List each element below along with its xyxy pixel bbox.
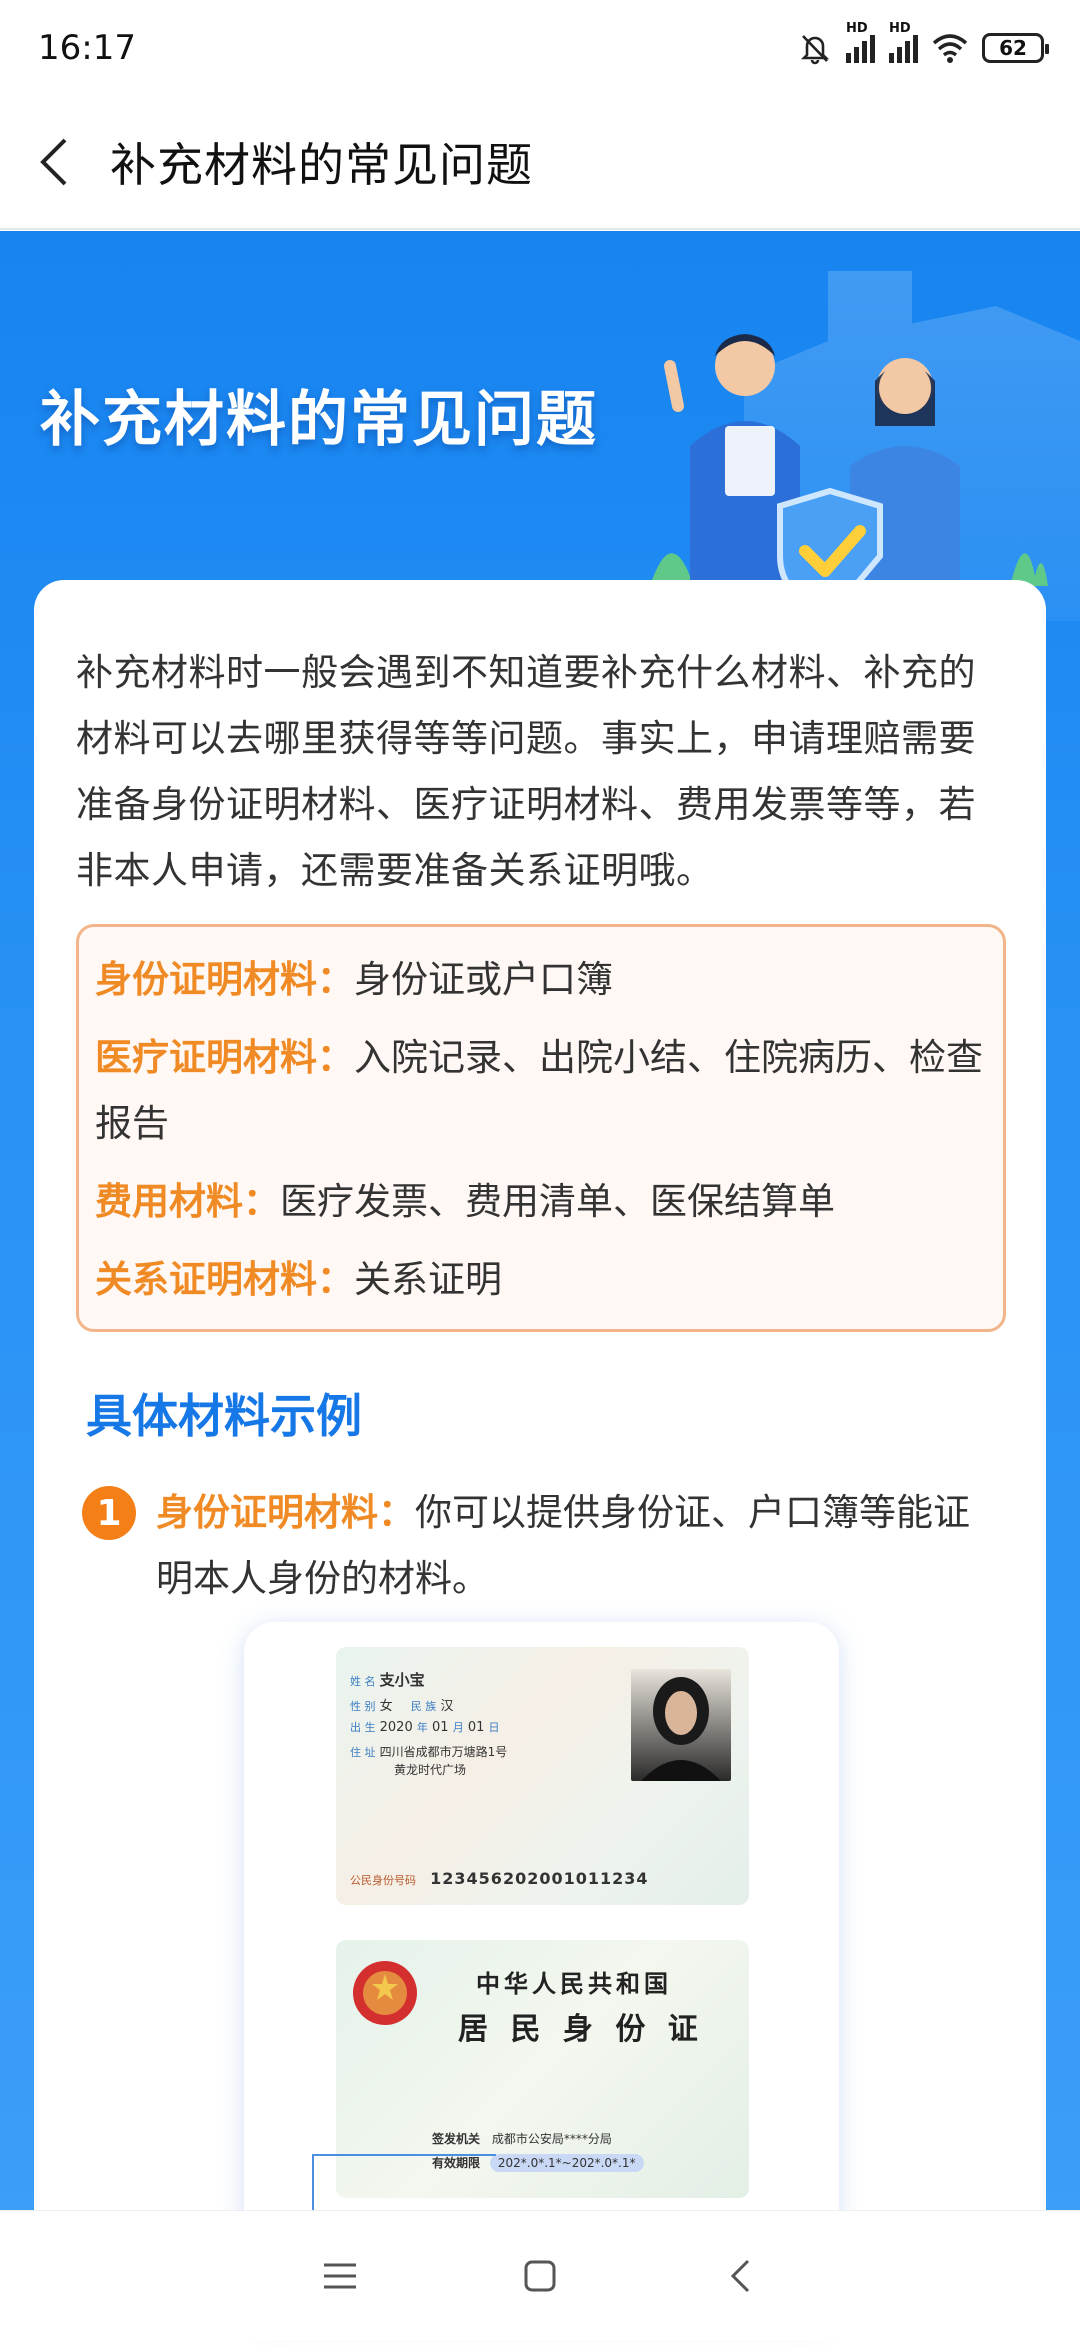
menu-button[interactable] (310, 2246, 370, 2306)
material-key: 身份证明材料： (95, 958, 354, 1001)
example-key: 身份证明材料： (156, 1491, 415, 1534)
birth-day-unit: 日 (488, 1721, 500, 1734)
address-label: 住 址 (350, 1746, 376, 1759)
material-row: 医疗证明材料：入院记录、出院小结、住院病历、检查报告 (95, 1025, 989, 1157)
nav-back-button[interactable] (710, 2246, 770, 2306)
menu-icon (324, 2263, 356, 2288)
number-badge: 1 (82, 1486, 136, 1540)
material-row: 关系证明材料：关系证明 (95, 1247, 989, 1313)
materials-box: 身份证明材料：身份证或户口簿 医疗证明材料：入院记录、出院小结、住院病历、检查报… (76, 924, 1006, 1332)
nav-back-icon (730, 2259, 750, 2292)
birth-day: 01 (467, 1720, 485, 1735)
id-number: 123456202001011234 (430, 1869, 649, 1888)
card-name: 居 民 身 份 证 (458, 2012, 704, 2047)
hd-label: HD (846, 21, 868, 36)
material-key: 费用材料： (95, 1180, 280, 1223)
hd-label-2: HD (889, 21, 911, 36)
issuer-label: 签发机关 (432, 2132, 481, 2146)
material-value: 关系证明 (354, 1258, 502, 1301)
nation-value: 汉 (440, 1699, 454, 1714)
nation-label: 民 族 (410, 1700, 437, 1713)
back-arrow-icon (40, 138, 67, 186)
status-bar: 16:17 HD HD 62 (0, 0, 1080, 96)
status-icons: HD HD 62 (798, 21, 1049, 65)
section-title: 具体材料示例 (68, 1380, 374, 1450)
banner-title: 补充材料的常见问题 (40, 385, 598, 455)
portrait-photo (631, 1669, 731, 1781)
portrait-silhouette-icon (641, 1677, 721, 1781)
validity-value: 202*.0*.1*~202*.0*.1* (489, 2154, 644, 2172)
battery-icon: 62 (982, 33, 1049, 63)
birth-label: 出 生 (350, 1721, 376, 1734)
national-emblem-icon (353, 1961, 417, 2025)
mute-bell-icon (800, 35, 830, 65)
address-line-1: 四川省成都市万塘路1号 (379, 1745, 508, 1759)
material-key: 关系证明材料： (95, 1258, 354, 1301)
birth-year-unit: 年 (416, 1721, 428, 1734)
content-card: 补充材料时一般会遇到不知道要补充什么材料、补充的材料可以去哪里获得等等问题。事实… (34, 580, 1046, 2350)
birth-month-unit: 月 (452, 1721, 464, 1734)
wifi-icon (932, 34, 968, 63)
intro-paragraph: 补充材料时一般会遇到不知道要补充什么材料、补充的材料可以去哪里获得等等问题。事实… (76, 651, 976, 892)
id-card-back: 中华人民共和国 居 民 身 份 证 签发机关 成都市公安局****分局 有效期限… (336, 1940, 749, 2198)
example-item: 1 身份证明材料：你可以提供身份证、户口簿等能证明本人身份的材料。 (76, 1480, 1006, 1612)
validity-label: 有效期限 (432, 2156, 481, 2170)
material-value: 医疗发票、费用清单、医保结算单 (280, 1180, 835, 1223)
home-square-icon (524, 2260, 556, 2291)
country-name: 中华人民共和国 (476, 1969, 672, 1998)
system-nav-bar (0, 2210, 1080, 2340)
app-header: 补充材料的常见问题 (0, 96, 1080, 230)
signal-icon-2: HD (889, 21, 918, 63)
status-time: 16:17 (38, 28, 136, 68)
id-card-front: 姓 名 支小宝 性 别 女 民 族 汉 出 生 2020 年 01 月 01 日… (336, 1647, 749, 1905)
signal-icon: HD (846, 21, 875, 63)
back-button[interactable] (0, 95, 110, 229)
birth-month: 01 (432, 1720, 449, 1735)
issuer-value: 成都市公安局****分局 (491, 2132, 612, 2146)
material-value: 身份证或户口簿 (354, 958, 613, 1001)
sex-value: 女 (379, 1699, 393, 1714)
material-key: 医疗证明材料： (95, 1036, 354, 1079)
id-number-label: 公民身份号码 (350, 1874, 416, 1887)
name-label: 姓 名 (350, 1675, 376, 1688)
material-row: 身份证明材料：身份证或户口簿 (95, 947, 989, 1013)
page-title: 补充材料的常见问题 (110, 138, 533, 192)
annotation-line-h (312, 2154, 496, 2156)
name-value: 支小宝 (379, 1671, 425, 1689)
material-row: 费用材料：医疗发票、费用清单、医保结算单 (95, 1169, 989, 1235)
sex-label: 性 别 (350, 1700, 376, 1713)
example-text: 身份证明材料：你可以提供身份证、户口簿等能证明本人身份的材料。 (156, 1480, 1006, 1612)
birth-year: 2020 (379, 1720, 413, 1735)
home-button[interactable] (510, 2246, 570, 2306)
address-line-2: 黄龙时代广场 (394, 1763, 467, 1777)
